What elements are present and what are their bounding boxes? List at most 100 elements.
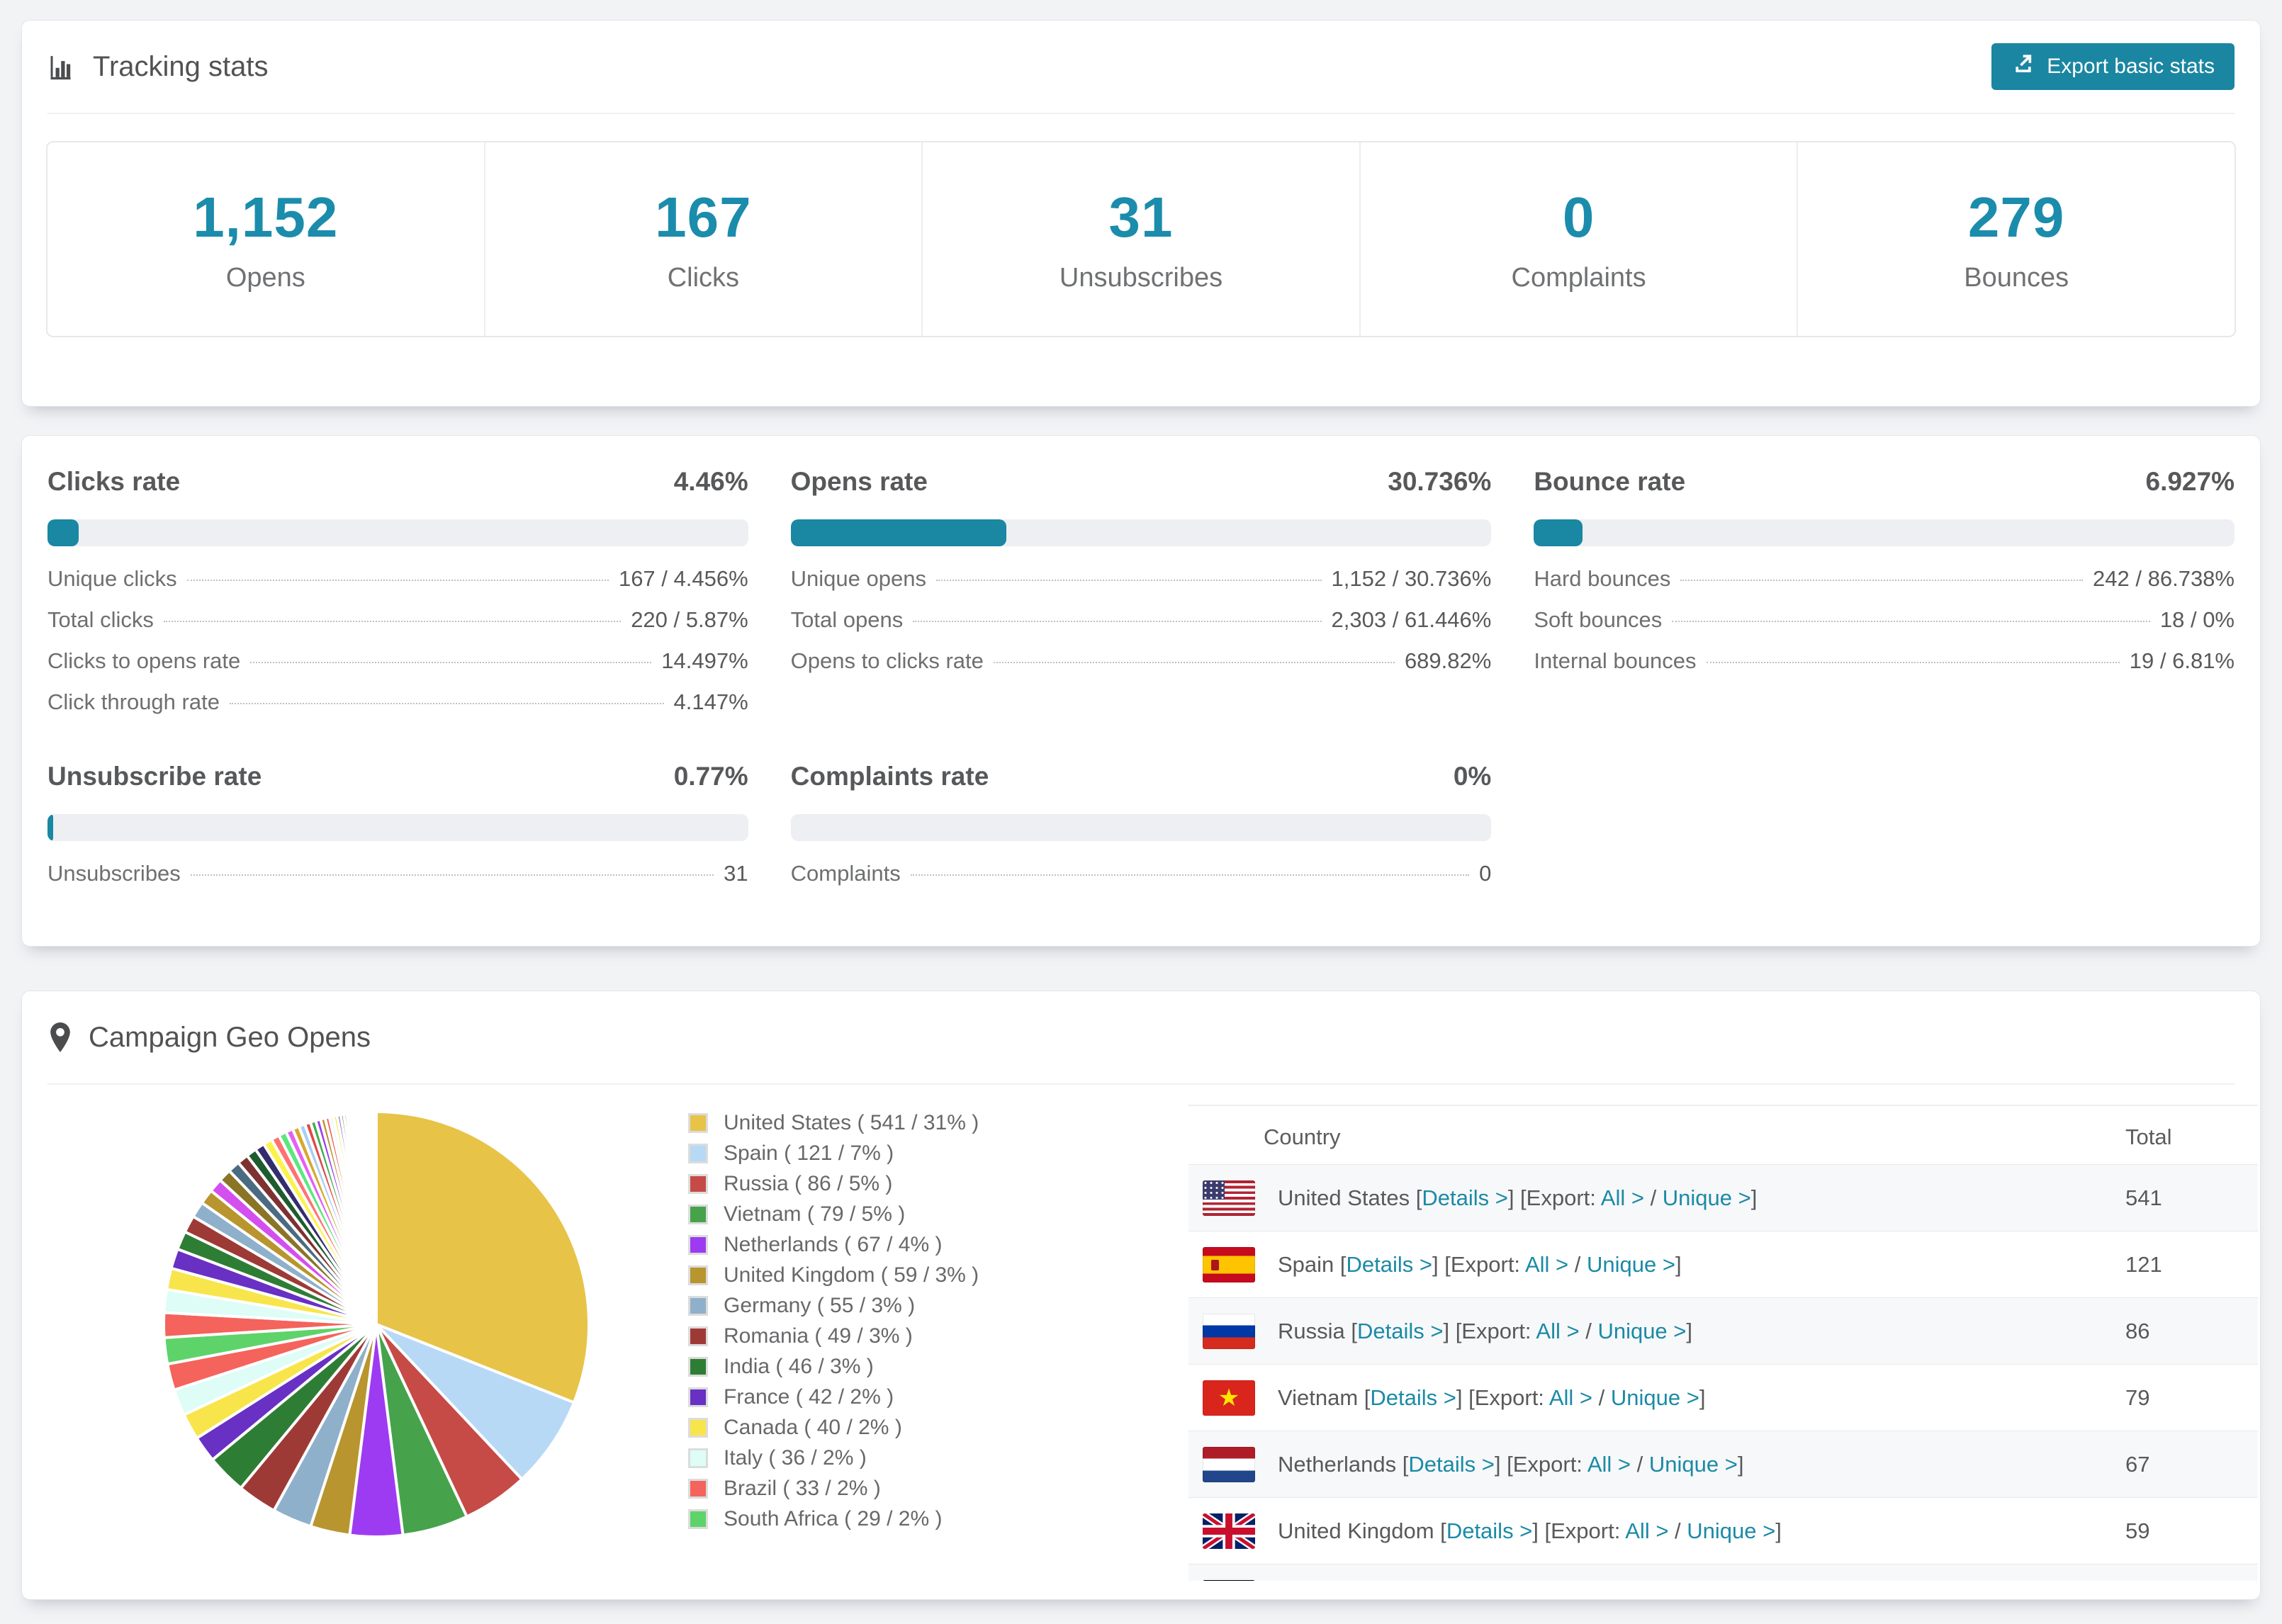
export-unique-link[interactable]: Unique >	[1611, 1385, 1699, 1410]
total-cell: 86	[2125, 1318, 2150, 1343]
export-basic-stats-button[interactable]: Export basic stats	[1991, 43, 2235, 90]
export-unique-link[interactable]: Unique >	[1597, 1319, 1686, 1343]
geo-opens-header: Campaign Geo Opens	[47, 991, 2235, 1085]
rate-detail-value: 1,152 / 30.736%	[1331, 566, 1492, 591]
details-link[interactable]: Details >	[1422, 1185, 1507, 1210]
details-link[interactable]: Details >	[1370, 1385, 1456, 1410]
legend-label: Italy ( 36 / 2% )	[724, 1445, 867, 1470]
export-all-link[interactable]: All >	[1536, 1319, 1579, 1343]
dotted-leader	[1706, 662, 2120, 663]
stat-value: 279	[1967, 186, 2065, 249]
progress-bar-clicks-rate	[47, 519, 748, 546]
rate-detail-label: Complaints	[790, 861, 901, 886]
export-all-link[interactable]: All >	[1587, 1452, 1631, 1477]
dotted-leader	[163, 621, 622, 622]
legend-label: Vietnam ( 79 / 5% )	[724, 1202, 906, 1226]
legend-item[interactable]: Romania ( 49 / 3% )	[688, 1321, 1184, 1351]
bracket-text: ] [Export:	[1494, 1451, 1587, 1477]
rate-head: Clicks rate 4.46%	[47, 467, 748, 501]
legend-label: South Africa ( 29 / 2% )	[724, 1506, 943, 1530]
table-row-ru[interactable]: Russia [Details >] [Export: All > / Uniq…	[1188, 1297, 2258, 1364]
dotted-leader	[935, 580, 1322, 581]
bracket-text: ]	[1750, 1185, 1758, 1210]
legend-item[interactable]: Spain ( 121 / 7% )	[688, 1138, 1184, 1168]
legend-item[interactable]: United States ( 541 / 31% )	[688, 1107, 1184, 1138]
legend-item[interactable]: Canada ( 40 / 2% )	[688, 1412, 1184, 1443]
dotted-leader	[250, 662, 652, 663]
dotted-leader	[1672, 621, 2150, 622]
legend-item[interactable]: Russia ( 86 / 5% )	[688, 1168, 1184, 1199]
table-row-gb[interactable]: United Kingdom [Details >] [Export: All …	[1188, 1497, 2258, 1564]
table-row-nl[interactable]: Netherlands [Details >] [Export: All > /…	[1188, 1431, 2258, 1497]
country-cell: Spain [Details >] [Export: All > / Uniqu…	[1278, 1252, 1682, 1278]
legend-item[interactable]: United Kingdom ( 59 / 3% )	[688, 1260, 1184, 1290]
country-cell: Russia [Details >] [Export: All > / Uniq…	[1278, 1319, 1692, 1344]
export-all-link[interactable]: All >	[1601, 1185, 1644, 1210]
rate-title: Unsubscribe rate	[47, 762, 262, 791]
progress-bar-complaints-rate	[790, 814, 1492, 841]
details-link[interactable]: Details >	[1446, 1518, 1532, 1543]
legend-item[interactable]: France ( 42 / 2% )	[688, 1382, 1184, 1412]
geo-pie-chart[interactable]	[157, 1105, 596, 1544]
geo-table-header: Country Total	[1188, 1105, 2258, 1164]
geo-opens-card: Campaign Geo Opens United States ( 541 /…	[21, 991, 2261, 1600]
table-row-es[interactable]: Spain [Details >] [Export: All > / Uniqu…	[1188, 1231, 2258, 1297]
rate-percentage: 4.46%	[673, 467, 748, 496]
stat-card-clicks: 167 Clicks	[485, 142, 923, 336]
legend-swatch	[688, 1387, 708, 1407]
stat-label: Clicks	[667, 263, 740, 293]
table-row-us[interactable]: United States [Details >] [Export: All >…	[1188, 1164, 2258, 1231]
legend-label: Canada ( 40 / 2% )	[724, 1415, 902, 1439]
rate-percentage: 0.77%	[673, 762, 748, 791]
rate-head: Opens rate 30.736%	[791, 467, 1492, 501]
separator-text: /	[1643, 1185, 1663, 1210]
export-unique-link[interactable]: Unique >	[1687, 1518, 1775, 1543]
vn-flag-icon	[1203, 1380, 1255, 1416]
dotted-leader	[1680, 580, 2084, 581]
legend-item[interactable]: India ( 46 / 3% )	[688, 1351, 1184, 1382]
legend-swatch	[688, 1509, 708, 1529]
details-link[interactable]: Details >	[1347, 1252, 1432, 1277]
legend-item[interactable]: South Africa ( 29 / 2% )	[688, 1504, 1184, 1534]
stats-summary-panel: 1,152 Opens 167 Clicks 31 Unsubscribes 0 Compla…	[46, 141, 2236, 337]
legend-item[interactable]: Brazil ( 33 / 2% )	[688, 1473, 1184, 1504]
rate-detail-label: Unique clicks	[47, 566, 177, 591]
rate-detail-label: Clicks to opens rate	[47, 648, 241, 673]
pie-svg	[162, 1110, 590, 1538]
legend-item[interactable]: Italy ( 36 / 2% )	[688, 1443, 1184, 1473]
bracket-text: ] [Export:	[1432, 1251, 1525, 1277]
legend-label: France ( 42 / 2% )	[724, 1385, 894, 1409]
bracket-text: ]	[1686, 1318, 1693, 1343]
legend-swatch	[688, 1234, 708, 1255]
export-unique-link[interactable]: Unique >	[1663, 1185, 1751, 1210]
rate-head: Unsubscribe rate 0.77%	[47, 762, 748, 796]
export-all-link[interactable]: All >	[1625, 1518, 1668, 1543]
de-flag-icon	[1203, 1579, 1255, 1581]
stat-label: Opens	[225, 263, 305, 293]
table-row-vn[interactable]: Vietnam [Details >] [Export: All > / Uni…	[1188, 1364, 2258, 1431]
rate-block-unsubscribe-rate: Unsubscribe rate 0.77% Unsubscribes 31	[47, 762, 748, 902]
table-row-de[interactable]: Germany [Details >] [Export: All > / Uni…	[1188, 1564, 2258, 1581]
stat-value: 0	[1562, 186, 1595, 249]
legend-item[interactable]: Netherlands ( 67 / 4% )	[688, 1229, 1184, 1260]
rate-detail-row: Soft bounces 18 / 0%	[1534, 607, 2235, 648]
export-unique-link[interactable]: Unique >	[1649, 1452, 1738, 1477]
stat-value: 31	[1108, 186, 1174, 249]
rate-detail-value: 220 / 5.87%	[631, 607, 748, 632]
export-unique-link[interactable]: Unique >	[1587, 1252, 1675, 1277]
tracking-stats-card: Tracking stats Export basic stats 1,152 O…	[21, 20, 2261, 407]
details-link[interactable]: Details >	[1357, 1319, 1443, 1343]
legend-label: Netherlands ( 67 / 4% )	[724, 1232, 943, 1256]
country-name: Netherlands [	[1278, 1451, 1409, 1477]
rate-detail-rows: Hard bounces 242 / 86.738% Soft bounces 18 …	[1534, 566, 2235, 689]
rate-title: Complaints rate	[790, 762, 989, 791]
rate-detail-value: 19 / 6.81%	[2129, 648, 2235, 673]
legend-item[interactable]: Germany ( 55 / 3% )	[688, 1290, 1184, 1321]
details-link[interactable]: Details >	[1408, 1452, 1494, 1477]
export-all-link[interactable]: All >	[1525, 1252, 1568, 1277]
legend-item[interactable]: Vietnam ( 79 / 5% )	[688, 1199, 1184, 1229]
dotted-leader	[913, 621, 1322, 622]
export-all-link[interactable]: All >	[1549, 1385, 1592, 1410]
rate-detail-value: 2,303 / 61.446%	[1331, 607, 1492, 632]
rate-detail-label: Total opens	[790, 607, 904, 632]
